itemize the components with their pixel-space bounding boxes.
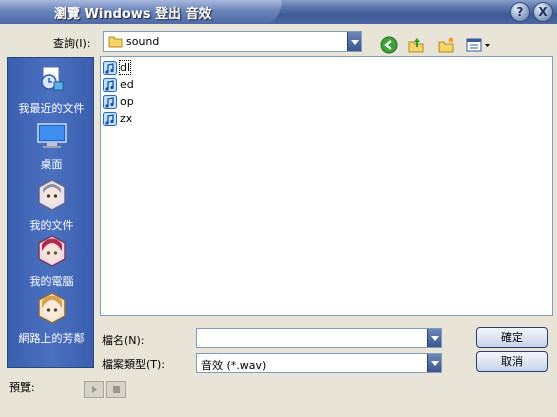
my-documents-icon xyxy=(37,179,66,211)
place-label: 網路上的芳鄰 xyxy=(18,332,85,345)
cancel-button[interactable]: 取消 xyxy=(476,351,548,372)
lookin-combo[interactable]: sound xyxy=(103,31,362,52)
file-open-dialog: 瀏覽 Windows 登出 音效 ? X 查詢(I): sound 我最近的文件… xyxy=(0,0,557,417)
close-button[interactable]: X xyxy=(533,2,553,22)
file-name: op xyxy=(120,95,134,108)
place-desktop[interactable]: 桌面 xyxy=(8,122,95,172)
filetype-combo[interactable]: 音效 (*.wav) xyxy=(196,353,442,373)
filetype-label: 檔案類型(T): xyxy=(102,358,166,371)
preview-label: 預覽: xyxy=(9,381,35,394)
filename-dropdown-arrow[interactable] xyxy=(427,329,441,347)
file-name: dl xyxy=(118,60,132,75)
audio-file-icon xyxy=(103,61,117,75)
audio-file-icon xyxy=(103,78,117,92)
desktop-icon xyxy=(36,123,67,148)
filetype-dropdown-arrow[interactable] xyxy=(427,354,441,372)
place-label: 我的電腦 xyxy=(29,275,74,288)
lookin-value: sound xyxy=(126,35,160,48)
back-icon[interactable] xyxy=(380,36,398,54)
ok-button[interactable]: 確定 xyxy=(476,327,548,348)
stop-icon xyxy=(113,386,120,393)
folder-icon xyxy=(108,36,123,48)
title-bar[interactable]: 瀏覽 Windows 登出 音效 ? X xyxy=(0,0,557,24)
window-title: 瀏覽 Windows 登出 音效 xyxy=(54,7,212,22)
filename-label: 檔名(N): xyxy=(102,334,145,347)
network-places-icon xyxy=(37,292,66,324)
new-folder-icon[interactable] xyxy=(437,36,455,54)
recent-documents-icon xyxy=(40,66,63,91)
place-label: 我的文件 xyxy=(29,219,74,232)
place-recent-documents[interactable]: 我最近的文件 xyxy=(8,64,95,116)
view-menu-icon[interactable] xyxy=(466,36,492,54)
lookin-dropdown-arrow[interactable] xyxy=(347,32,361,51)
audio-file-icon xyxy=(103,95,117,109)
place-my-documents[interactable]: 我的文件 xyxy=(8,179,95,233)
audio-file-icon xyxy=(103,112,117,126)
lookin-label: 查詢(I): xyxy=(53,37,91,50)
filetype-value: 音效 (*.wav) xyxy=(201,359,267,372)
place-label: 我最近的文件 xyxy=(18,102,85,115)
place-my-computer[interactable]: 我的電腦 xyxy=(8,235,95,289)
place-network[interactable]: 網路上的芳鄰 xyxy=(8,292,95,346)
file-list[interactable]: dl ed op zx xyxy=(100,56,553,316)
filename-combo[interactable] xyxy=(196,328,442,348)
file-name: zx xyxy=(120,112,133,125)
stop-button[interactable] xyxy=(106,381,126,398)
play-button[interactable] xyxy=(84,381,104,398)
places-bar: 我最近的文件 桌面 我的文件 我的電腦 網路上的芳鄰 xyxy=(7,57,94,368)
help-button[interactable]: ? xyxy=(510,2,530,22)
file-name: ed xyxy=(120,78,134,91)
play-icon xyxy=(92,386,97,393)
up-folder-icon[interactable] xyxy=(407,36,425,54)
place-label: 桌面 xyxy=(40,158,63,171)
my-computer-icon xyxy=(37,235,66,267)
